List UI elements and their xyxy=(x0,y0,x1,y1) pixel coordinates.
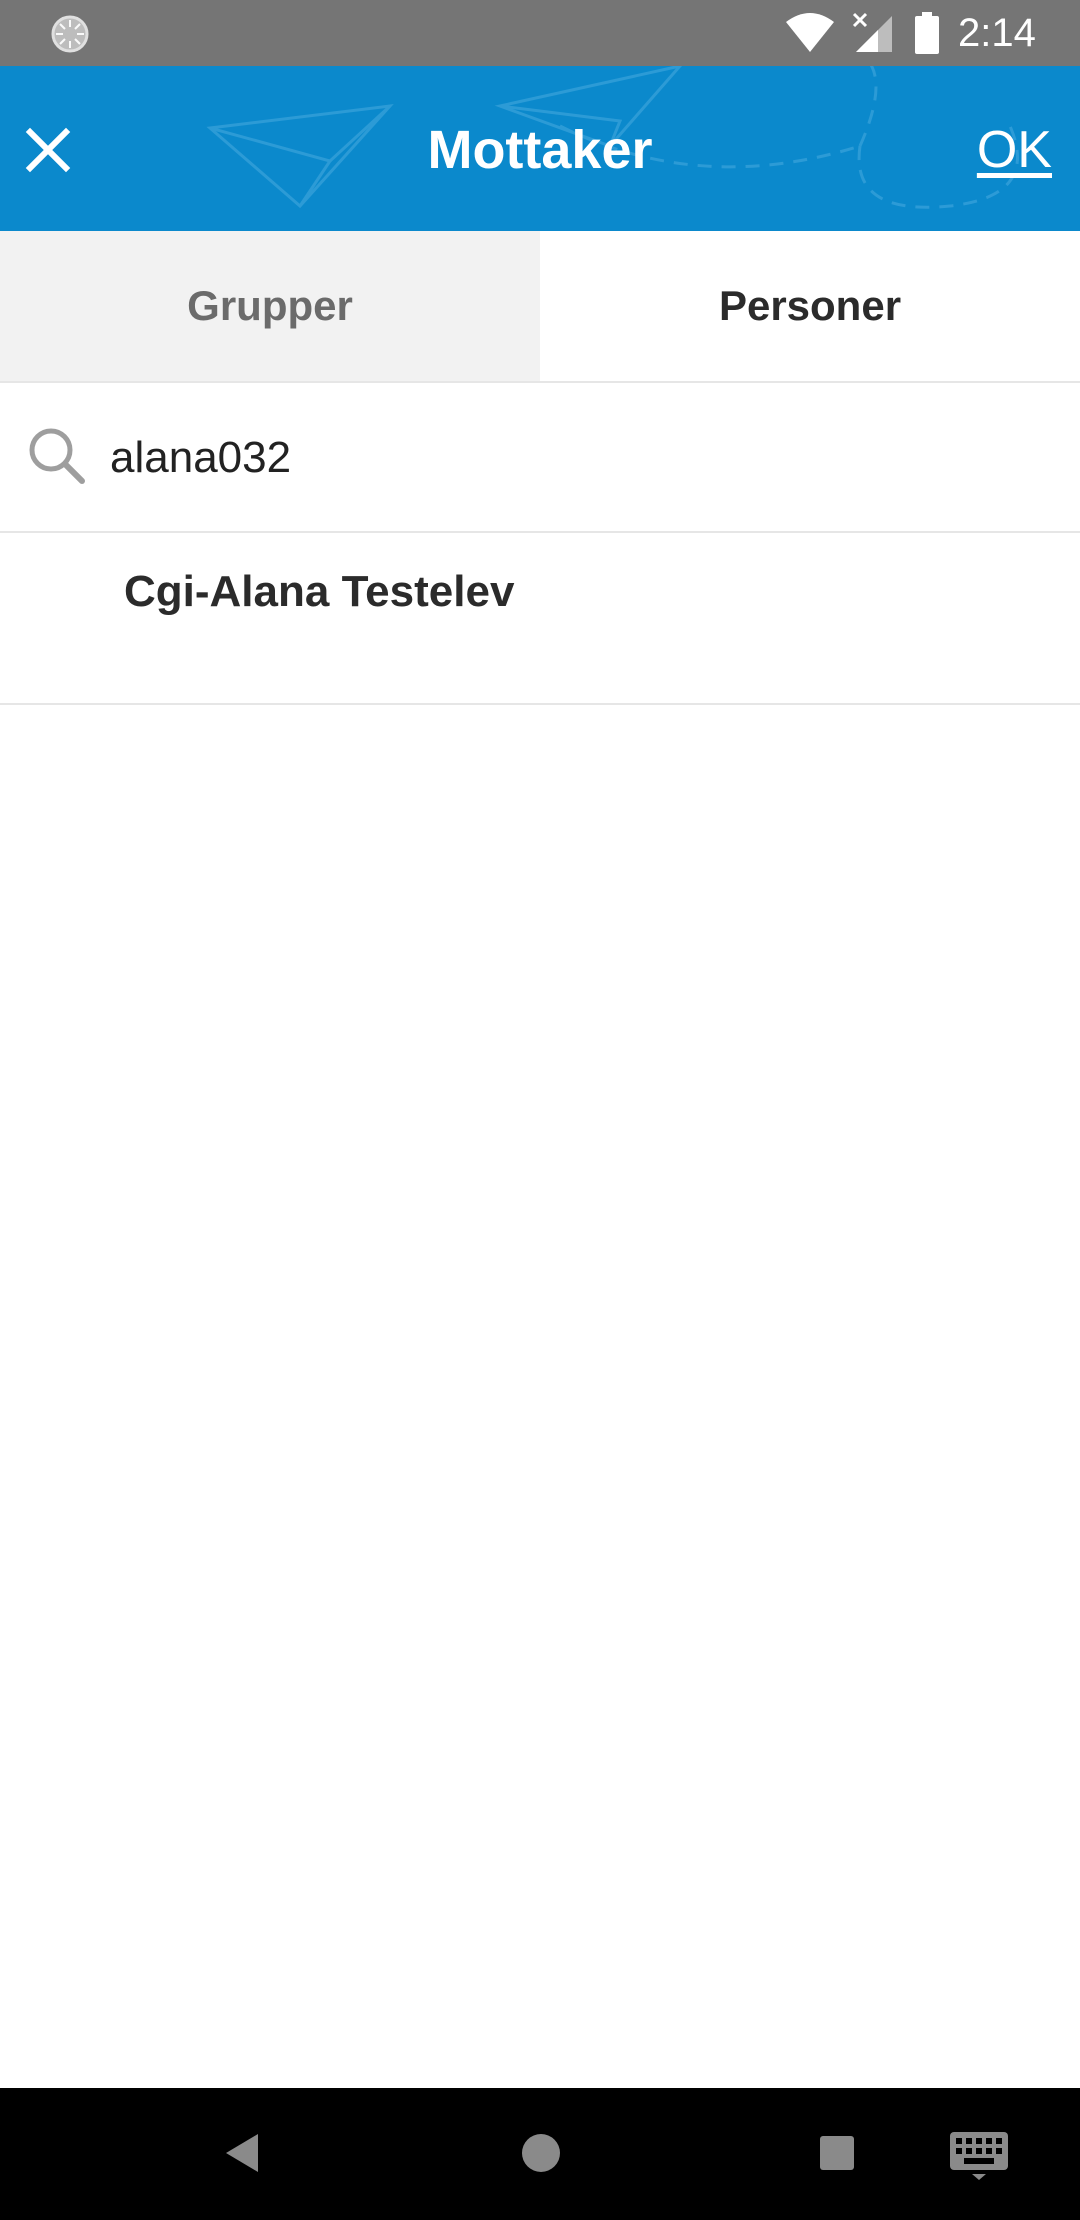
page-title: Mottaker xyxy=(427,120,653,180)
result-name: Cgi-Alana Testelev xyxy=(124,567,515,616)
list-item[interactable]: Cgi-Alana Testelev xyxy=(0,533,1080,705)
wifi-icon xyxy=(786,13,834,52)
tab-grupper[interactable]: Grupper xyxy=(0,231,540,381)
tab-personer[interactable]: Personer xyxy=(540,231,1080,381)
status-bar: 2:14 xyxy=(0,0,1080,66)
ok-button[interactable]: OK xyxy=(977,118,1052,182)
home-icon[interactable] xyxy=(516,2128,566,2178)
tab-bar: Grupper Personer xyxy=(0,231,1080,383)
signal-no-data-icon xyxy=(852,12,892,52)
back-icon[interactable] xyxy=(218,2128,268,2178)
search-input[interactable] xyxy=(110,423,1050,493)
app-bar: Mottaker OK xyxy=(0,66,1080,231)
status-time: 2:14 xyxy=(958,11,1036,55)
keyboard-icon[interactable] xyxy=(948,2126,1010,2180)
battery-icon xyxy=(915,12,939,54)
search-icon xyxy=(29,428,85,484)
recents-icon[interactable] xyxy=(812,2128,862,2178)
navigation-bar xyxy=(0,2088,1080,2220)
search-bar xyxy=(0,383,1080,533)
loading-icon xyxy=(51,15,89,53)
